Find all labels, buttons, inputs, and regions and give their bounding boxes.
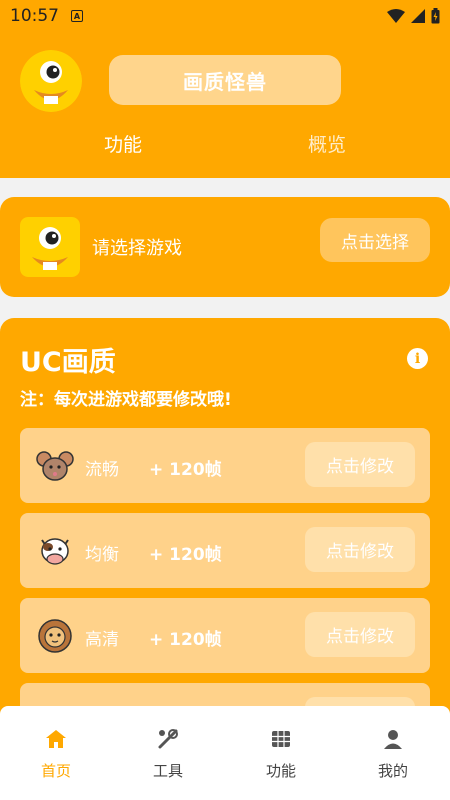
nav-home[interactable]: 首页: [21, 728, 91, 781]
notification-icon: A: [71, 10, 83, 22]
select-game-prompt: 请选择游戏: [92, 238, 182, 259]
modify-button[interactable]: 点击修改: [305, 527, 415, 572]
avatar[interactable]: [20, 50, 82, 112]
tab-function[interactable]: 功能: [63, 130, 183, 157]
modify-button[interactable]: 点击修改: [305, 612, 415, 657]
modify-button[interactable]: 点击修改: [305, 442, 415, 487]
row-fps: + 120帧: [149, 545, 222, 565]
row-fps: + 120帧: [149, 460, 222, 480]
app-title: 画质怪兽: [109, 55, 341, 105]
grid-icon: [272, 731, 290, 747]
list-item: 高清 + 120帧 点击修改: [20, 598, 430, 673]
lion-icon: [38, 619, 72, 653]
row-name: 高清: [85, 630, 119, 650]
status-icons: [387, 8, 440, 24]
uc-note: 注：每次进游戏都要修改哦!: [20, 390, 232, 410]
wifi-icon: [387, 9, 405, 23]
nav-tools-label: 工具: [152, 762, 183, 780]
person-icon: [384, 730, 402, 749]
nav-mine-label: 我的: [377, 762, 408, 780]
select-game-button[interactable]: 点击选择: [320, 218, 430, 262]
cow-icon: [41, 538, 69, 565]
app-header: 画质怪兽 功能 概览: [0, 32, 450, 178]
game-select-card: 请选择游戏 点击选择: [0, 197, 450, 297]
bottom-nav: 首页 工具 功能 我的: [0, 706, 450, 800]
nav-function[interactable]: 功能: [246, 728, 316, 781]
nav-home-label: 首页: [40, 762, 71, 780]
battery-icon: [431, 8, 440, 24]
status-bar: 10:57 A: [0, 0, 450, 32]
game-avatar: [20, 217, 80, 277]
uc-title: UC画质: [20, 347, 116, 378]
mouse-icon: [36, 451, 74, 481]
row-name: 均衡: [85, 545, 119, 565]
uc-quality-card: UC画质 i 注：每次进游戏都要修改哦! 流畅 + 120帧 点击修改 均衡 +…: [0, 318, 450, 758]
list-item: 均衡 + 120帧 点击修改: [20, 513, 430, 588]
status-time: 10:57: [10, 6, 59, 26]
nav-function-label: 功能: [265, 762, 296, 780]
info-icon[interactable]: i: [407, 348, 428, 369]
tab-overview[interactable]: 概览: [267, 130, 387, 157]
row-name: 流畅: [85, 460, 119, 480]
tools-icon: [158, 729, 178, 749]
list-item: 流畅 + 120帧 点击修改: [20, 428, 430, 503]
nav-mine[interactable]: 我的: [358, 728, 428, 781]
home-icon: [46, 730, 66, 748]
signal-icon: [411, 9, 425, 23]
nav-tools[interactable]: 工具: [133, 728, 203, 781]
row-fps: + 120帧: [149, 630, 222, 650]
